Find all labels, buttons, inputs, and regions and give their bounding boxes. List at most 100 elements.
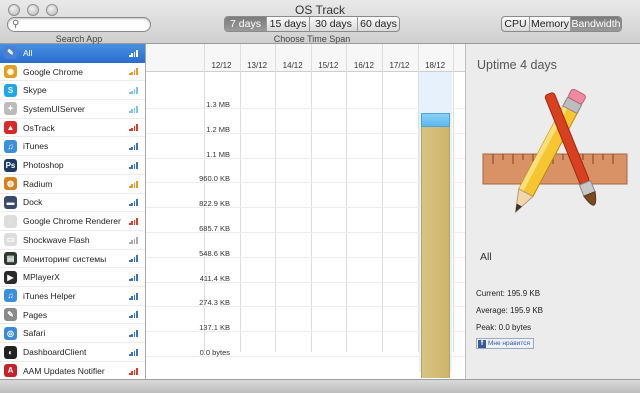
app-name: Dock [23,197,43,208]
app-name: Google Chrome [23,66,84,77]
y-tick-label: 1.1 MB [206,149,230,159]
app-row-chrome-renderer[interactable]: ◌ Google Chrome Renderer [0,212,145,231]
metric-button-bandwidth[interactable]: Bandwidth [571,17,621,31]
y-tick-label: 548.6 KB [199,248,230,258]
app-name: OsTrack [23,122,55,133]
app-row-shockwave-flash[interactable]: ▭ Shockwave Flash [0,231,145,250]
signal-bars-icon [129,292,138,300]
signal-bars-icon [129,311,138,319]
app-name: Photoshop [23,160,64,171]
signal-bars-icon [129,124,138,132]
y-tick-label: 960.0 KB [199,174,230,184]
activity-monitor-icon: ▤ [4,252,17,266]
app-name: MPlayerX [23,272,60,283]
current-stat: Current: 195.9 KB [476,289,541,298]
facebook-like-button[interactable]: f Мне нравится [476,338,535,349]
search-icon: ⚲ [12,19,20,30]
app-name: AAM Updates Notifier [23,365,105,376]
signal-bars-icon [129,68,138,76]
app-row-skype[interactable]: S Skype [0,81,145,101]
metric-button-memory[interactable]: Memory [530,17,571,31]
signal-bars-icon [129,49,138,57]
itunes-helper-icon: ♫ [4,289,17,303]
signal-bars-icon [129,348,138,356]
signal-bars-icon [129,161,138,169]
date-label: 13/12 [247,61,268,70]
app-row-systemuiserver[interactable]: ✦ SystemUIServer [0,100,145,119]
pages-icon: ✎ [4,308,17,322]
app-row-radium[interactable]: ◍ Radium [0,175,145,194]
app-row-dock[interactable]: ▬ Dock [0,194,145,213]
signal-bars-icon [129,217,138,225]
date-label: 15/12 [318,61,339,70]
peak-stat: Peak: 0.0 bytes [476,323,532,332]
app-name: iTunes [23,141,49,152]
search-field[interactable]: ⚲ [7,17,151,32]
time-span-button-60-days[interactable]: 60 days [358,17,399,31]
app-row-chrome[interactable]: ◉ Google Chrome [0,63,145,82]
signal-bars-icon [129,274,138,282]
ostrack-icon: ▲ [4,121,17,135]
app-row-ostrack[interactable]: ▲ OsTrack [0,119,145,138]
y-tick-label: 137.1 KB [199,323,230,333]
time-span-button-30-days[interactable]: 30 days [310,17,358,31]
photoshop-icon: Ps [4,158,17,172]
app-name: Мониторинг системы [23,253,107,264]
time-span-caption: Choose Time Span [273,34,351,44]
app-name: Safari [23,328,46,339]
search-input[interactable] [24,18,148,31]
dock-icon: ▬ [4,195,17,209]
y-tick-label: 1.2 MB [206,124,230,134]
y-tick-label: 411.4 KB [199,273,230,283]
app-name: All [23,47,33,58]
app-row-pages[interactable]: ✎ Pages [0,306,145,325]
app-name: SystemUIServer [23,103,85,114]
radium-icon: ◍ [4,177,17,191]
all-apps-icon: ✎ [4,46,17,60]
bar-18-12[interactable] [420,127,451,378]
signal-bars-icon [129,367,138,375]
app-name: Skype [23,85,47,96]
y-tick-label: 0.0 bytes [199,348,230,357]
systemuiserver-icon: ✦ [4,102,17,116]
app-row-photoshop[interactable]: Ps Photoshop [0,156,145,175]
app-row-all-apps[interactable]: ✎ All [0,44,145,63]
date-label: 16/12 [353,61,374,70]
y-tick-label: 1.3 MB [206,100,230,109]
app-name: Shockwave Flash [23,234,90,245]
app-row-itunes[interactable]: ♫ iTunes [0,138,145,157]
signal-bars-icon [129,236,138,244]
app-name: iTunes Helper [23,290,76,301]
average-stat: Average: 195.9 KB [476,306,544,315]
metric-button-cpu[interactable]: CPU [502,17,530,31]
app-list: ✎ All ◉ Google Chrome S Skype ✦ SystemUIServer ▲… [0,44,146,379]
aam-updates-icon: A [4,364,17,378]
app-row-dashboard[interactable]: ◐ DashboardClient [0,343,145,362]
app-row-safari[interactable]: ◎ Safari [0,325,145,344]
time-span-button-7-days[interactable]: 7 days [225,17,267,31]
date-label: 18/12 [425,61,446,70]
facebook-icon: f [478,339,486,348]
signal-bars-icon [129,199,138,207]
app-name: Radium [23,178,53,189]
mplayerx-icon: ▶ [4,270,17,284]
shockwave-flash-icon: ▭ [4,233,17,247]
date-label: 17/12 [389,61,410,70]
signal-bars-icon [129,105,138,113]
window-title: OS Track [294,3,345,17]
bar-cap [420,113,451,128]
app-row-itunes-helper[interactable]: ♫ iTunes Helper [0,287,145,306]
metric-selector: CPU Memory Bandwidth [501,16,622,32]
signal-bars-icon [129,180,138,188]
app-row-mplayerx[interactable]: ▶ MPlayerX [0,268,145,288]
detail-panel: Uptime 4 days All Current: 195.9 KB Aver… [465,44,640,379]
app-row-aam-updates[interactable]: A AAM Updates Notifier [0,362,145,379]
bottom-bar [0,379,640,393]
selected-app-name: All [480,251,492,263]
time-span-button-15-days[interactable]: 15 days [267,17,310,31]
signal-bars-icon [129,255,138,263]
app-row-activity-monitor[interactable]: ▤ Мониторинг системы [0,250,145,269]
time-span-selector: 7 days 15 days 30 days 60 days [224,16,400,32]
date-label: 12/12 [211,61,232,70]
safari-icon: ◎ [4,326,17,340]
